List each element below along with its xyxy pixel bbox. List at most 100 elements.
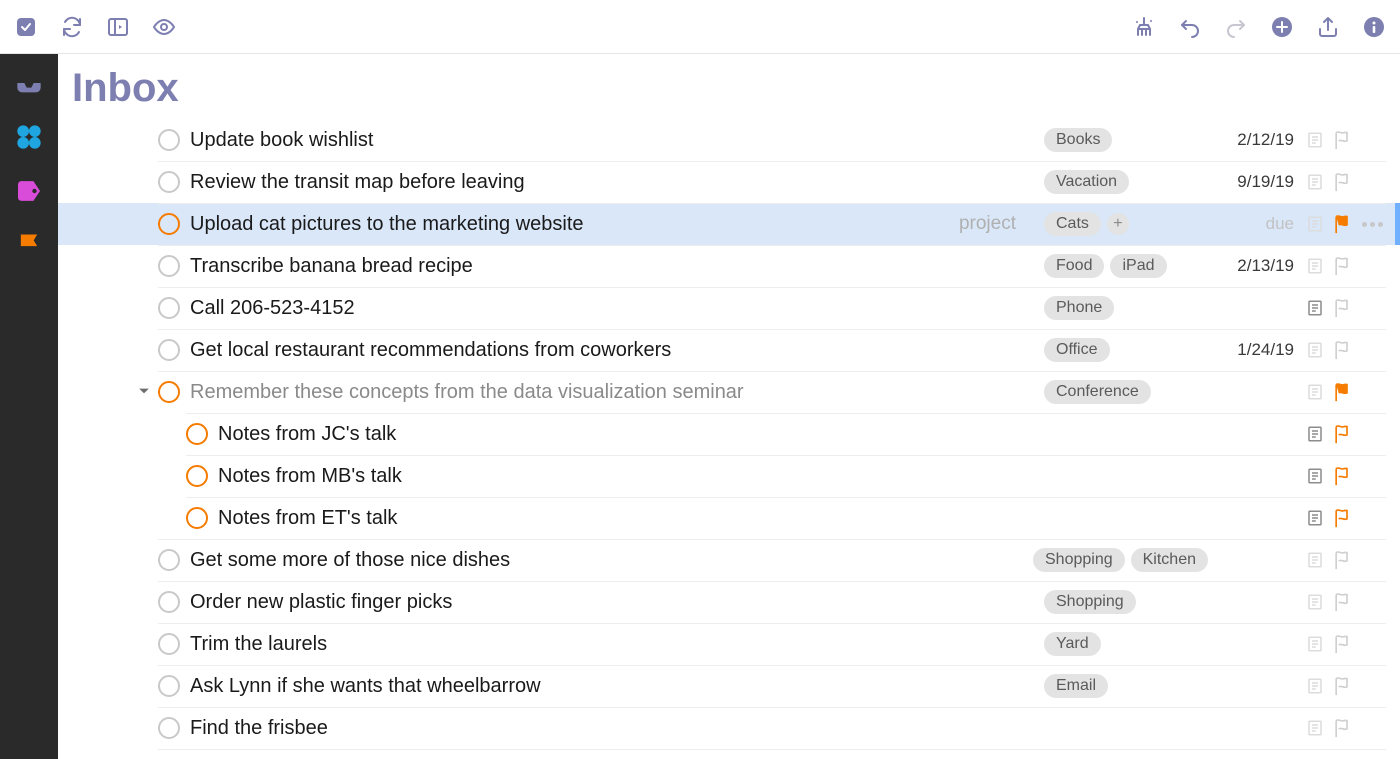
sidebar-toggle-icon[interactable] [106, 15, 130, 39]
due-date[interactable]: 2/12/19 [1214, 130, 1294, 150]
task-title[interactable]: Upload cat pictures to the marketing web… [190, 213, 959, 236]
add-icon[interactable] [1270, 15, 1294, 39]
note-icon[interactable] [1306, 677, 1324, 695]
flag-icon[interactable] [1332, 424, 1352, 444]
task-title[interactable]: Ask Lynn if she wants that wheelbarrow [190, 675, 1044, 698]
check-icon[interactable] [14, 15, 38, 39]
due-date[interactable]: 2/13/19 [1214, 256, 1294, 276]
note-icon[interactable] [1306, 299, 1324, 317]
task-title[interactable]: Update book wishlist [190, 129, 1044, 152]
flagged-perspective-icon[interactable] [14, 232, 44, 258]
flag-icon[interactable] [1332, 466, 1352, 486]
flag-icon[interactable] [1332, 676, 1352, 696]
task-title[interactable]: Trim the laurels [190, 633, 1044, 656]
tag-pill[interactable]: Shopping [1033, 548, 1125, 572]
task-row[interactable]: Get local restaurant recommendations fro… [58, 329, 1400, 371]
note-icon[interactable] [1306, 425, 1324, 443]
status-circle[interactable] [158, 171, 180, 193]
tag-pill[interactable]: Cats [1044, 212, 1101, 236]
flag-icon[interactable] [1332, 340, 1352, 360]
flag-icon[interactable] [1332, 592, 1352, 612]
note-icon[interactable] [1306, 341, 1324, 359]
tags-perspective-icon[interactable] [14, 178, 44, 204]
due-date[interactable]: 9/19/19 [1214, 172, 1294, 192]
task-title[interactable]: Order new plastic finger picks [190, 591, 1044, 614]
undo-icon[interactable] [1178, 15, 1202, 39]
inbox-perspective-icon[interactable] [14, 70, 44, 96]
sync-icon[interactable] [60, 15, 84, 39]
status-circle[interactable] [158, 381, 180, 403]
status-circle[interactable] [158, 129, 180, 151]
task-title[interactable]: Remember these concepts from the data vi… [190, 381, 1044, 404]
status-circle[interactable] [158, 549, 180, 571]
note-icon[interactable] [1306, 173, 1324, 191]
note-icon[interactable] [1306, 635, 1324, 653]
task-row[interactable]: Update book wishlistBooks 2/12/19 [58, 119, 1400, 161]
task-row[interactable]: Review the transit map before leavingVac… [58, 161, 1400, 203]
flag-icon[interactable] [1332, 298, 1352, 318]
note-icon[interactable] [1306, 383, 1324, 401]
tag-pill[interactable]: Shopping [1044, 590, 1136, 614]
more-actions-icon[interactable] [1358, 222, 1386, 227]
task-row[interactable]: Order new plastic finger picksShopping [58, 581, 1400, 623]
flag-icon[interactable] [1332, 634, 1352, 654]
note-icon[interactable] [1306, 509, 1324, 527]
flag-icon[interactable] [1332, 718, 1352, 738]
note-icon[interactable] [1306, 215, 1324, 233]
task-row[interactable]: Call 206-523-4152Phone [58, 287, 1400, 329]
status-circle[interactable] [158, 591, 180, 613]
status-circle[interactable] [186, 423, 208, 445]
task-row[interactable]: Remember these concepts from the data vi… [58, 371, 1400, 413]
status-circle[interactable] [158, 633, 180, 655]
task-row[interactable]: Find the frisbee [58, 707, 1400, 749]
flag-icon[interactable] [1332, 130, 1352, 150]
task-row[interactable]: Upload cat pictures to the marketing web… [58, 203, 1400, 245]
disclosure-triangle-icon[interactable] [138, 384, 154, 400]
flag-icon[interactable] [1332, 382, 1352, 402]
tag-pill[interactable]: Vacation [1044, 170, 1129, 194]
note-icon[interactable] [1306, 719, 1324, 737]
note-icon[interactable] [1306, 257, 1324, 275]
due-date[interactable]: 1/24/19 [1214, 340, 1294, 360]
tag-pill[interactable]: Phone [1044, 296, 1114, 320]
status-circle[interactable] [186, 465, 208, 487]
task-row[interactable]: Trim the laurelsYard [58, 623, 1400, 665]
tag-pill[interactable]: Kitchen [1131, 548, 1208, 572]
status-circle[interactable] [158, 339, 180, 361]
note-icon[interactable] [1306, 131, 1324, 149]
tag-pill[interactable]: Yard [1044, 632, 1101, 656]
note-icon[interactable] [1306, 551, 1324, 569]
share-icon[interactable] [1316, 15, 1340, 39]
task-row[interactable]: Notes from JC's talk [58, 413, 1400, 455]
task-title[interactable]: Review the transit map before leaving [190, 171, 1044, 194]
tag-pill[interactable]: iPad [1110, 254, 1166, 278]
task-title[interactable]: Find the frisbee [190, 717, 1044, 740]
redo-icon[interactable] [1224, 15, 1248, 39]
flag-icon[interactable] [1332, 550, 1352, 570]
status-circle[interactable] [158, 717, 180, 739]
project-placeholder[interactable]: project [959, 213, 1016, 235]
task-row[interactable]: Put more money on the Orca card1/10/19 [58, 749, 1400, 759]
due-date[interactable]: due [1214, 214, 1294, 234]
eye-icon[interactable] [152, 15, 176, 39]
info-icon[interactable] [1362, 15, 1386, 39]
tag-pill[interactable]: Email [1044, 674, 1108, 698]
task-title[interactable]: Notes from ET's talk [218, 507, 1044, 530]
flag-icon[interactable] [1332, 256, 1352, 276]
task-title[interactable]: Notes from JC's talk [218, 423, 1044, 446]
tag-pill[interactable]: Books [1044, 128, 1112, 152]
task-title[interactable]: Transcribe banana bread recipe [190, 255, 1044, 278]
status-circle[interactable] [158, 213, 180, 235]
task-title[interactable]: Get local restaurant recommendations fro… [190, 339, 1044, 362]
task-row[interactable]: Ask Lynn if she wants that wheelbarrowEm… [58, 665, 1400, 707]
task-row[interactable]: Notes from MB's talk [58, 455, 1400, 497]
note-icon[interactable] [1306, 467, 1324, 485]
task-title[interactable]: Get some more of those nice dishes [190, 549, 1033, 572]
cleanup-icon[interactable] [1132, 15, 1156, 39]
status-circle[interactable] [186, 507, 208, 529]
projects-perspective-icon[interactable] [14, 124, 44, 150]
task-title[interactable]: Notes from MB's talk [218, 465, 1044, 488]
task-row[interactable]: Notes from ET's talk [58, 497, 1400, 539]
tag-pill[interactable]: Office [1044, 338, 1110, 362]
status-circle[interactable] [158, 255, 180, 277]
